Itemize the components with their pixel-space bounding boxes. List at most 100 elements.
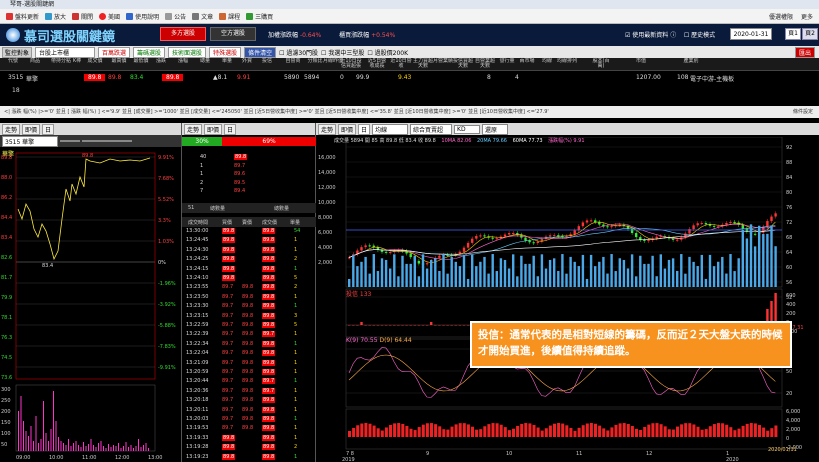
candle bbox=[741, 224, 744, 229]
tab-day[interactable]: 日 bbox=[42, 123, 55, 135]
check-filter-200k[interactable]: ☐ 過股價200K bbox=[367, 48, 408, 57]
tab-trend-k[interactable]: 走勢 bbox=[318, 123, 337, 135]
bottom-bar bbox=[729, 427, 733, 437]
check-filter-30[interactable]: ☐ 過濾30門股 bbox=[279, 48, 318, 57]
col-header[interactable]: 漲幅 bbox=[172, 59, 194, 64]
col-header[interactable]: 近5日營收成長 bbox=[366, 59, 388, 69]
volume-bar bbox=[553, 258, 556, 287]
col-header[interactable]: 自營業超天數 bbox=[474, 59, 496, 69]
col-header[interactable]: 代號 bbox=[2, 59, 24, 64]
tick-ask: 89.8 bbox=[242, 406, 254, 413]
premium-link[interactable]: 優選權限 bbox=[769, 12, 793, 21]
stock-input-aux2[interactable] bbox=[82, 140, 132, 142]
col-header[interactable]: 漲跌 bbox=[150, 59, 172, 64]
tick-ask: 89.8 bbox=[242, 350, 254, 357]
bottom-bar bbox=[348, 431, 351, 437]
col-header[interactable]: 均線排列 bbox=[556, 59, 578, 64]
volume-bar bbox=[762, 233, 765, 287]
col-header[interactable]: 總量 bbox=[194, 59, 216, 64]
toolbar-item-zoom[interactable]: 放大 bbox=[45, 12, 66, 21]
col-header[interactable]: 產業別 bbox=[680, 59, 702, 64]
col-header[interactable]: 均線 bbox=[536, 59, 558, 64]
clear-conditions-button[interactable]: 條件清空 bbox=[244, 46, 277, 58]
condition-settings-link[interactable]: 條件設定 bbox=[793, 106, 813, 118]
bottom-bar bbox=[708, 426, 712, 437]
market-select[interactable]: 台股上市櫃 bbox=[35, 46, 96, 58]
tick-time: 13:23:30 bbox=[186, 303, 209, 310]
inst-bar bbox=[380, 325, 384, 326]
col-header[interactable]: 商品 bbox=[24, 59, 46, 64]
col-header[interactable]: 投信買超天數 bbox=[452, 59, 474, 69]
toolbar-item-buy[interactable]: 三購買 bbox=[246, 12, 273, 21]
volume-bar bbox=[430, 259, 433, 287]
realtime-checkbox[interactable]: ☑ 使用最新資料 ⓘ ☐ 歷史模式 bbox=[625, 30, 715, 39]
tab-price[interactable]: 即價 bbox=[22, 123, 41, 135]
toolbar-item-close[interactable]: 關閉 bbox=[72, 12, 93, 21]
col-header[interactable]: 最高價 bbox=[108, 59, 130, 64]
col-header[interactable]: 單量 bbox=[216, 59, 238, 64]
tick-volume: 1 bbox=[294, 434, 298, 441]
tab-page1[interactable]: 頁1 bbox=[785, 28, 801, 40]
col-header[interactable]: 市值 bbox=[630, 59, 652, 64]
intraday-toolbar: 走勢 即價 日 bbox=[0, 123, 181, 135]
volume-bar bbox=[438, 271, 441, 287]
toolbar-item-help[interactable]: 使用說明 bbox=[126, 12, 159, 21]
col-header[interactable]: 自營商 bbox=[282, 59, 304, 64]
indicator-select-kd[interactable]: KD bbox=[454, 124, 481, 134]
tick-bid: 89.7 bbox=[222, 416, 234, 422]
tick-row: 13:23:15 89.7 89.8 89.8 3 bbox=[182, 312, 316, 320]
bottom-bar bbox=[766, 430, 770, 437]
filter-btn-chips[interactable]: 籌碼選股 bbox=[133, 46, 166, 58]
filter-btn-tech[interactable]: 技術面選股 bbox=[168, 46, 207, 58]
volume-bar bbox=[83, 442, 84, 451]
tab-day-mid[interactable]: 日 bbox=[224, 123, 237, 135]
stock-input[interactable]: 3515 華擎 bbox=[2, 135, 58, 147]
col-header[interactable]: 月營業績 bbox=[432, 59, 454, 64]
tick-ask: 89.8 bbox=[242, 340, 254, 347]
tick-price: 89.8 bbox=[262, 265, 276, 272]
tab-price-mid[interactable]: 即價 bbox=[204, 123, 223, 135]
pct-tick-label: -1.96% bbox=[158, 281, 176, 287]
toolbar-item-article[interactable]: 文章 bbox=[192, 12, 213, 21]
col-header[interactable]: 外資 bbox=[236, 59, 258, 64]
tab-trend-mid[interactable]: 走勢 bbox=[184, 123, 203, 135]
col-header[interactable]: 近10日營收 bbox=[390, 59, 412, 69]
table-row[interactable]: 3515 華擎 89.8 89.8 83.4 89.8 ▲8.1 9.91 58… bbox=[0, 71, 819, 84]
stock-input-aux[interactable] bbox=[60, 140, 80, 142]
col-header[interactable]: 兩市場 bbox=[516, 59, 538, 64]
tick-time: 13:20:59 bbox=[186, 369, 209, 375]
adjust-select[interactable]: 還原 bbox=[482, 123, 509, 135]
price-tick-label: 73.6 bbox=[1, 375, 12, 381]
tab-trend[interactable]: 走勢 bbox=[2, 123, 21, 135]
col-header[interactable]: 最低價 bbox=[130, 59, 152, 64]
toolbar-item-notice[interactable]: 公告 bbox=[165, 12, 186, 21]
col-header[interactable]: 發行量 bbox=[496, 59, 518, 64]
volume-bar bbox=[741, 229, 744, 287]
toolbar-item-refresh[interactable]: 盤料更新 bbox=[6, 12, 39, 21]
export-button[interactable]: 匯出 bbox=[794, 46, 815, 58]
toolbar-item-course[interactable]: 課程 bbox=[219, 12, 240, 21]
long-select-button[interactable]: 多方選股 bbox=[160, 27, 206, 41]
filter-btn-price[interactable]: 百萬跌選 bbox=[98, 46, 131, 58]
date-input[interactable]: 2020-01-31 bbox=[730, 28, 772, 40]
tab-price-k[interactable]: 即價 bbox=[338, 123, 357, 135]
tab-day-k[interactable]: 日 bbox=[358, 123, 371, 135]
tick-ask: 89.8 bbox=[242, 369, 254, 375]
col-header[interactable]: 投信 bbox=[256, 59, 278, 64]
toolbar: 盤料更新 放大 關閉 美國 使用說明 公告 文章 課程 三購買 優選權限 更多 bbox=[0, 9, 819, 24]
indicator-select-chips[interactable]: 綜合買賣超 bbox=[410, 123, 453, 135]
short-select-button[interactable]: 空方選股 bbox=[210, 27, 256, 41]
check-filter-three[interactable]: ☐ 我選中三型股 bbox=[321, 48, 364, 57]
tab-page2[interactable]: 頁2 bbox=[802, 28, 818, 40]
col-header[interactable]: 主力買超天數 bbox=[412, 59, 434, 69]
col-header[interactable]: 近10日投信買超張 bbox=[340, 59, 362, 69]
inst-bar bbox=[389, 325, 392, 326]
col-header[interactable]: 股本(百萬) bbox=[590, 59, 612, 69]
indicator-select-ma[interactable]: 均線 bbox=[372, 123, 409, 135]
more-link[interactable]: 更多 bbox=[801, 12, 813, 21]
toolbar-item-us[interactable]: 美國 bbox=[99, 12, 120, 21]
volume-bar bbox=[487, 273, 490, 287]
grid-header: 代號 商品 帶持分點 K棒 成交價 最高價 最低價 漲跌 漲幅 總量 單量 外資 投信 自營商 分類比 月線昨… bbox=[0, 58, 819, 71]
col-header[interactable]: 成交價 bbox=[84, 59, 106, 64]
filter-btn-special[interactable]: 特殊選股 bbox=[209, 46, 242, 58]
